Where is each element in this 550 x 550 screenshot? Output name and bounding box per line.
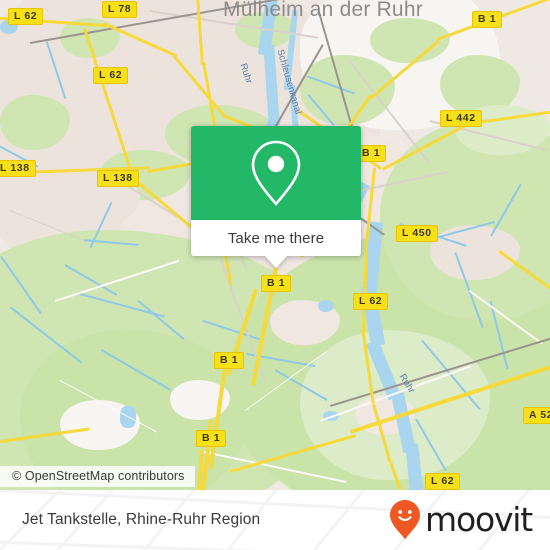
road-shield: B 1 [196,430,227,447]
road-shield: A 52 [523,407,550,424]
moovit-smiley-pin-icon [390,500,421,540]
road-shield: L 62 [93,67,129,84]
map-canvas[interactable]: Mülheim an der Ruhr Ruhr Schleusenkanal … [0,0,550,490]
osm-attribution[interactable]: © OpenStreetMap contributors [0,466,195,487]
moovit-brand[interactable]: moovit [390,490,533,550]
road-shield: L 442 [440,110,482,127]
place-title: Jet Tankstelle, Rhine-Ruhr Region [22,490,260,550]
location-popup[interactable]: Take me there [191,126,361,268]
map-pin-icon [251,140,301,207]
road-shield: L 62 [8,8,44,25]
popup-tail [265,256,287,268]
place-title-text: Jet Tankstelle, Rhine-Ruhr Region [22,511,261,528]
footer-bar: Jet Tankstelle, Rhine-Ruhr Region moovit [0,490,550,550]
moovit-wordmark: moovit [425,499,533,539]
popup-header [191,126,361,220]
road-shield: L 138 [0,160,36,177]
road-shield: L 62 [353,293,389,310]
map-screenshot: Mülheim an der Ruhr Ruhr Schleusenkanal … [0,0,550,550]
road-shield: L 78 [102,1,138,18]
road-shield: L 138 [97,170,139,187]
road-shield: B 1 [472,11,503,28]
road-shield: L 62 [425,473,461,490]
take-me-there-button[interactable]: Take me there [191,220,361,256]
road-shield: B 1 [214,352,245,369]
road-shield: L 450 [396,225,438,242]
take-me-there-label: Take me there [227,229,325,247]
road-shield: B 1 [261,275,292,292]
